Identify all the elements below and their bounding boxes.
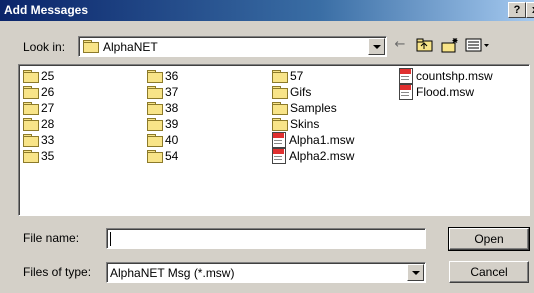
folder-icon xyxy=(147,70,163,83)
file-name: 57 xyxy=(290,69,304,83)
cancel-button[interactable]: Cancel xyxy=(449,261,529,283)
msw-file-icon xyxy=(399,84,413,100)
help-button[interactable]: ? xyxy=(508,2,526,18)
view-menu-icon[interactable] xyxy=(463,35,493,55)
file-name: 33 xyxy=(41,133,55,147)
file-name: Flood.msw xyxy=(416,85,475,99)
folder-icon xyxy=(147,150,163,163)
folder-item[interactable]: Samples xyxy=(272,100,337,116)
folder-item[interactable]: 33 xyxy=(23,132,54,148)
file-name: 40 xyxy=(165,133,179,147)
files-of-type-dropdown[interactable]: AlphaNET Msg (*.msw) xyxy=(106,262,426,283)
folder-icon xyxy=(83,40,99,53)
file-item[interactable]: Alpha2.msw xyxy=(272,148,354,164)
files-of-type-value: AlphaNET Msg (*.msw) xyxy=(110,266,235,280)
open-button[interactable]: Open xyxy=(448,227,530,251)
folder-item[interactable]: Gifs xyxy=(272,84,311,100)
folder-icon xyxy=(272,70,288,83)
folder-item[interactable]: Skins xyxy=(272,116,319,132)
close-button[interactable]: x xyxy=(526,2,534,18)
folder-icon xyxy=(147,134,163,147)
folder-icon xyxy=(147,102,163,115)
text-caret xyxy=(110,232,111,246)
folder-icon xyxy=(23,86,39,99)
folder-item[interactable]: 37 xyxy=(147,84,178,100)
new-folder-icon[interactable] xyxy=(439,35,461,55)
file-name-input[interactable] xyxy=(106,228,426,249)
file-name: 38 xyxy=(165,101,179,115)
file-name: Alpha1.msw xyxy=(289,133,355,147)
folder-item[interactable]: 26 xyxy=(23,84,54,100)
add-messages-dialog: Add Messages ? x Look in: AlphaNET ← 2 xyxy=(0,0,534,293)
file-item[interactable]: Flood.msw xyxy=(399,84,474,100)
file-name-label: File name: xyxy=(23,231,80,245)
file-name: Samples xyxy=(290,101,337,115)
back-arrow-icon[interactable]: ← xyxy=(389,35,411,55)
file-list[interactable]: 25 26 27 28 33 35 36 37 38 39 40 54 57 Gifs Samples Ski… xyxy=(18,64,530,216)
folder-item[interactable]: 54 xyxy=(147,148,178,164)
file-name: Alpha2.msw xyxy=(289,149,355,163)
file-name: 27 xyxy=(41,101,55,115)
file-item[interactable]: Alpha1.msw xyxy=(272,132,354,148)
folder-item[interactable]: 39 xyxy=(147,116,178,132)
folder-item[interactable]: 27 xyxy=(23,100,54,116)
file-name: 54 xyxy=(165,149,179,163)
folder-icon xyxy=(23,150,39,163)
folder-item[interactable]: 35 xyxy=(23,148,54,164)
msw-file-icon xyxy=(272,132,286,148)
file-name: 37 xyxy=(165,85,179,99)
folder-icon xyxy=(23,70,39,83)
msw-file-icon xyxy=(272,148,286,164)
folder-icon xyxy=(23,134,39,147)
msw-file-icon xyxy=(399,68,413,84)
folder-item[interactable]: 57 xyxy=(272,68,303,84)
folder-icon xyxy=(23,102,39,115)
chevron-down-icon[interactable] xyxy=(407,264,424,281)
folder-item[interactable]: 40 xyxy=(147,132,178,148)
folder-icon xyxy=(272,118,288,131)
file-name: countshp.msw xyxy=(416,69,493,83)
title-bar[interactable]: Add Messages ? x xyxy=(0,0,534,21)
file-item[interactable]: countshp.msw xyxy=(399,68,493,84)
folder-item[interactable]: 38 xyxy=(147,100,178,116)
folder-icon xyxy=(147,86,163,99)
folder-item[interactable]: 25 xyxy=(23,68,54,84)
look-in-label: Look in: xyxy=(23,40,66,54)
file-name: 39 xyxy=(165,117,179,131)
file-name: Gifs xyxy=(290,85,312,99)
folder-icon xyxy=(272,86,288,99)
files-of-type-label: Files of type: xyxy=(23,265,92,279)
folder-icon xyxy=(147,118,163,131)
file-name: 25 xyxy=(41,69,55,83)
dialog-title: Add Messages xyxy=(4,3,89,17)
file-name: 26 xyxy=(41,85,55,99)
file-name: 36 xyxy=(165,69,179,83)
folder-icon xyxy=(272,102,288,115)
file-name: 28 xyxy=(41,117,55,131)
file-name: 35 xyxy=(41,149,55,163)
chevron-down-icon[interactable] xyxy=(368,38,385,55)
look-in-dropdown[interactable]: AlphaNET xyxy=(78,36,387,57)
folder-icon xyxy=(23,118,39,131)
up-folder-icon[interactable] xyxy=(414,35,436,55)
folder-item[interactable]: 28 xyxy=(23,116,54,132)
file-name: Skins xyxy=(290,117,320,131)
look-in-value: AlphaNET xyxy=(103,40,158,54)
folder-item[interactable]: 36 xyxy=(147,68,178,84)
